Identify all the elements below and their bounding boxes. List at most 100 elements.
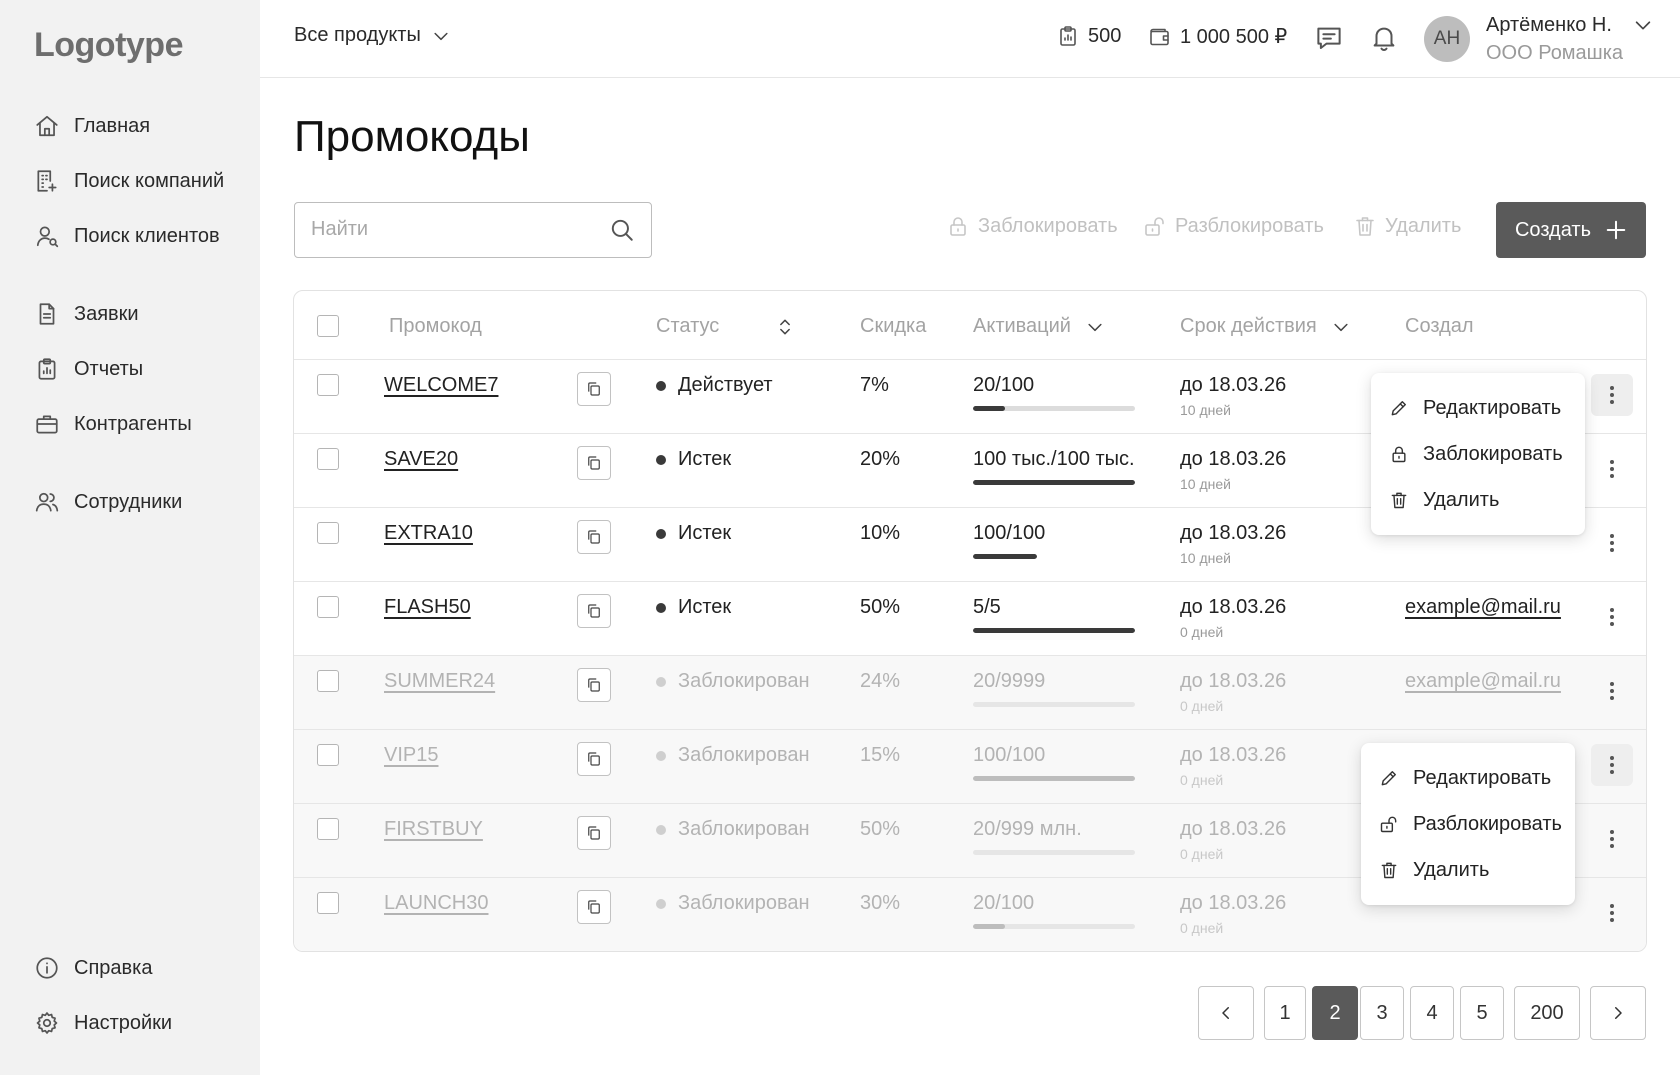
balance-stat: 1 000 500 ₽ xyxy=(1148,24,1287,49)
chevron-down-icon[interactable] xyxy=(1085,317,1105,337)
status-dot xyxy=(656,676,666,687)
sidebar-item-settings[interactable]: Настройки xyxy=(34,1003,172,1043)
row-checkbox[interactable] xyxy=(317,818,339,840)
copy-code-button[interactable] xyxy=(577,890,611,924)
creator-email[interactable]: example@mail.ru xyxy=(1405,596,1561,619)
row-more-button[interactable] xyxy=(1591,744,1633,786)
menu-item-delete[interactable]: Удалить xyxy=(1371,477,1585,523)
pagination-prev[interactable] xyxy=(1198,986,1254,1040)
promo-code-link[interactable]: VIP15 xyxy=(384,744,438,767)
copy-code-button[interactable] xyxy=(577,742,611,776)
copy-code-button[interactable] xyxy=(577,446,611,480)
row-more-button[interactable] xyxy=(1591,596,1633,638)
copy-icon xyxy=(588,752,600,766)
chevron-down-icon[interactable] xyxy=(1632,14,1654,36)
gear-icon xyxy=(36,1012,58,1034)
search-icon[interactable] xyxy=(609,217,635,243)
discount-value: 50% xyxy=(860,818,901,840)
promo-code-link[interactable]: EXTRA10 xyxy=(384,522,473,545)
promo-code-link[interactable]: FIRSTBUY xyxy=(384,818,483,841)
activations-progress xyxy=(973,776,1135,781)
home-icon xyxy=(36,115,58,137)
sidebar-item-help[interactable]: Справка xyxy=(34,948,152,988)
chevron-down-icon[interactable] xyxy=(1331,317,1351,337)
promo-code-link[interactable]: SAVE20 xyxy=(384,448,458,471)
pagination-page[interactable]: 4 xyxy=(1410,986,1454,1040)
validity-date: до 18.03.26 xyxy=(1180,522,1287,544)
top-bar: Все продукты 500 1 000 500 ₽ АН Артёменк… xyxy=(260,0,1680,78)
copy-code-button[interactable] xyxy=(577,816,611,850)
discount-value: 15% xyxy=(860,744,901,766)
more-vertical-icon xyxy=(1610,534,1614,552)
days-left: 10 дней xyxy=(1180,476,1231,492)
sidebar-item-reports[interactable]: Отчеты xyxy=(34,349,143,389)
sidebar-item-label: Справка xyxy=(74,956,153,979)
copy-code-button[interactable] xyxy=(577,372,611,406)
copy-code-button[interactable] xyxy=(577,668,611,702)
row-more-button[interactable] xyxy=(1591,522,1633,564)
create-button[interactable]: Создать xyxy=(1496,202,1646,258)
column-header-validity[interactable]: Срок действия xyxy=(1180,315,1351,338)
copy-code-button[interactable] xyxy=(577,594,611,628)
sort-icon[interactable] xyxy=(775,317,795,337)
row-more-button[interactable] xyxy=(1591,448,1633,490)
menu-item-delete[interactable]: Удалить xyxy=(1361,847,1575,893)
sidebar-item-employees[interactable]: Сотрудники xyxy=(34,482,182,522)
row-more-button[interactable] xyxy=(1591,374,1633,416)
validity-date: до 18.03.26 xyxy=(1180,818,1287,840)
row-checkbox[interactable] xyxy=(317,892,339,914)
sidebar-item-company-search[interactable]: Поиск компаний xyxy=(34,161,224,201)
creator-email[interactable]: example@mail.ru xyxy=(1405,670,1561,693)
notifications-button[interactable] xyxy=(1368,22,1400,54)
block-button[interactable]: Заблокировать xyxy=(946,214,1118,238)
row-checkbox[interactable] xyxy=(317,374,339,396)
sidebar-item-label: Настройки xyxy=(74,1011,173,1034)
row-more-button[interactable] xyxy=(1591,818,1633,860)
activations-progress xyxy=(973,554,1037,559)
promo-code-link[interactable]: WELCOME7 xyxy=(384,374,498,397)
pagination-page[interactable]: 2 xyxy=(1312,986,1358,1040)
sidebar-item-home[interactable]: Главная xyxy=(34,106,150,146)
menu-item-unblock[interactable]: Разблокировать xyxy=(1361,801,1575,847)
row-checkbox[interactable] xyxy=(317,744,339,766)
promo-code-link[interactable]: SUMMER24 xyxy=(384,670,495,693)
row-checkbox[interactable] xyxy=(317,596,339,618)
row-actions-menu: Редактировать Заблокировать Удалить xyxy=(1371,373,1585,535)
info-icon xyxy=(36,957,58,979)
sidebar-item-client-search[interactable]: Поиск клиентов xyxy=(34,216,220,256)
product-select[interactable]: Все продукты xyxy=(294,24,451,47)
sidebar-item-requests[interactable]: Заявки xyxy=(34,294,139,334)
row-more-button[interactable] xyxy=(1591,670,1633,712)
promo-code-link[interactable]: LAUNCH30 xyxy=(384,892,488,915)
activations-progress-fill xyxy=(973,776,1135,781)
pagination-page[interactable]: 5 xyxy=(1460,986,1504,1040)
briefcase-icon xyxy=(36,415,58,434)
promo-code-link[interactable]: FLASH50 xyxy=(384,596,471,619)
row-checkbox[interactable] xyxy=(317,670,339,692)
column-header-activations[interactable]: Активаций xyxy=(973,315,1105,338)
row-more-button[interactable] xyxy=(1591,892,1633,934)
row-checkbox[interactable] xyxy=(317,522,339,544)
copy-code-button[interactable] xyxy=(577,520,611,554)
sidebar-item-counterparties[interactable]: Контрагенты xyxy=(34,404,192,444)
select-all-checkbox[interactable] xyxy=(317,315,339,337)
pagination-page[interactable]: 3 xyxy=(1360,986,1404,1040)
messages-button[interactable] xyxy=(1313,22,1345,54)
avatar[interactable]: АН xyxy=(1424,16,1470,62)
pagination-page[interactable]: 200 xyxy=(1514,986,1580,1040)
create-button-label: Создать xyxy=(1514,218,1591,241)
menu-item-edit[interactable]: Редактировать xyxy=(1371,385,1585,431)
user-name[interactable]: Артёменко Н. xyxy=(1486,14,1612,37)
pagination-next[interactable] xyxy=(1590,986,1646,1040)
column-header-status[interactable]: Статус xyxy=(656,315,795,338)
pagination-page[interactable]: 1 xyxy=(1264,986,1306,1040)
delete-button[interactable]: Удалить xyxy=(1353,214,1461,238)
search-input[interactable] xyxy=(295,203,595,256)
row-checkbox[interactable] xyxy=(317,448,339,470)
menu-item-edit[interactable]: Редактировать xyxy=(1361,755,1575,801)
menu-item-block[interactable]: Заблокировать xyxy=(1371,431,1585,477)
unblock-button[interactable]: Разблокировать xyxy=(1143,214,1324,238)
chevron-right-icon xyxy=(1615,1007,1622,1019)
trash-icon xyxy=(1356,217,1374,236)
bell-icon xyxy=(1373,27,1395,51)
